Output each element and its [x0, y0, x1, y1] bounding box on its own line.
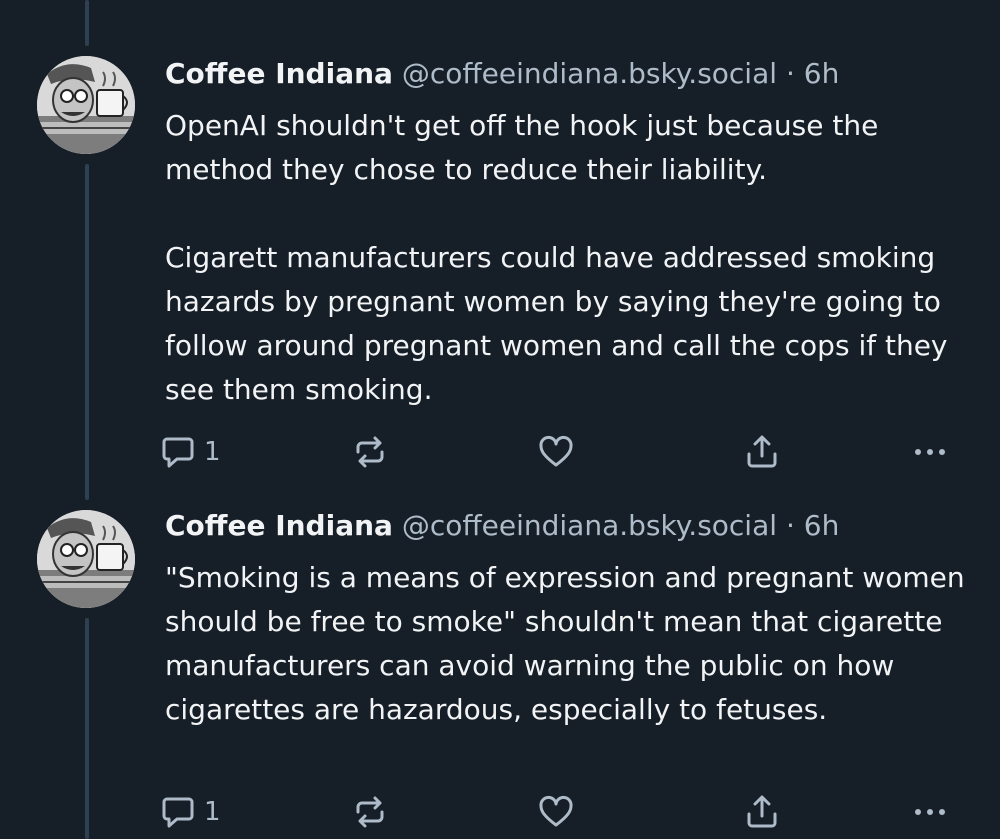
- post-paragraph: "Smoking is a means of expression and pr…: [165, 561, 965, 726]
- post-header: Coffee Indiana @coffeeindiana.bsky.socia…: [165, 508, 839, 544]
- repost-icon: [356, 0, 390, 14]
- share-button[interactable]: [744, 0, 778, 14]
- share-icon: [744, 0, 778, 14]
- post-header: Coffee Indiana @coffeeindiana.bsky.socia…: [165, 56, 839, 92]
- post-paragraph: OpenAI shouldn't get off the hook just b…: [165, 109, 879, 186]
- post-text: "Smoking is a means of expression and pr…: [165, 556, 975, 732]
- post-paragraph: Cigarett manufacturers could have addres…: [165, 241, 948, 406]
- avatar-illustration: [37, 510, 135, 608]
- like-button[interactable]: [538, 792, 574, 832]
- reply-icon: [160, 0, 200, 14]
- reply-icon: [162, 437, 194, 468]
- repost-icon: [356, 796, 384, 828]
- post-actions: 1: [160, 432, 960, 472]
- post-time[interactable]: 6h: [804, 57, 840, 90]
- reply-button[interactable]: 1: [160, 432, 221, 472]
- separator: ·: [785, 509, 795, 542]
- more-button[interactable]: [912, 792, 948, 832]
- author-name[interactable]: Coffee Indiana: [165, 57, 393, 90]
- repost-button[interactable]: [352, 792, 388, 832]
- heart-icon: [539, 435, 573, 467]
- repost-button[interactable]: [356, 0, 390, 14]
- share-icon: [747, 795, 777, 828]
- post-time[interactable]: 6h: [804, 509, 840, 542]
- like-button[interactable]: [540, 0, 574, 14]
- reply-button[interactable]: [160, 0, 200, 14]
- post-text: OpenAI shouldn't get off the hook just b…: [165, 104, 975, 412]
- like-button[interactable]: [538, 432, 574, 472]
- share-button[interactable]: [744, 432, 780, 472]
- heart-icon: [539, 795, 573, 827]
- thread-line-top: [85, 0, 89, 46]
- separator: ·: [785, 57, 795, 90]
- reply-button[interactable]: 1: [160, 792, 221, 832]
- avatar[interactable]: [37, 510, 135, 608]
- previous-post-actions: [160, 0, 960, 16]
- avatar[interactable]: [37, 56, 135, 154]
- reply-count: 1: [204, 437, 221, 467]
- repost-icon: [356, 436, 384, 468]
- avatar-illustration: [37, 56, 135, 154]
- author-handle[interactable]: @coffeeindiana.bsky.social: [402, 57, 777, 90]
- repost-button[interactable]: [352, 432, 388, 472]
- post-actions: 1: [160, 792, 960, 832]
- share-icon: [747, 435, 777, 468]
- thread-line-bottom: [85, 618, 89, 839]
- more-icon: [915, 809, 945, 815]
- reply-icon: [162, 797, 194, 828]
- author-handle[interactable]: @coffeeindiana.bsky.social: [402, 509, 777, 542]
- author-name[interactable]: Coffee Indiana: [165, 509, 393, 542]
- heart-icon: [540, 0, 574, 14]
- thread-line-middle: [85, 164, 89, 500]
- reply-count: 1: [204, 797, 221, 827]
- more-icon: [915, 449, 945, 455]
- more-button[interactable]: [912, 432, 948, 472]
- share-button[interactable]: [744, 792, 780, 832]
